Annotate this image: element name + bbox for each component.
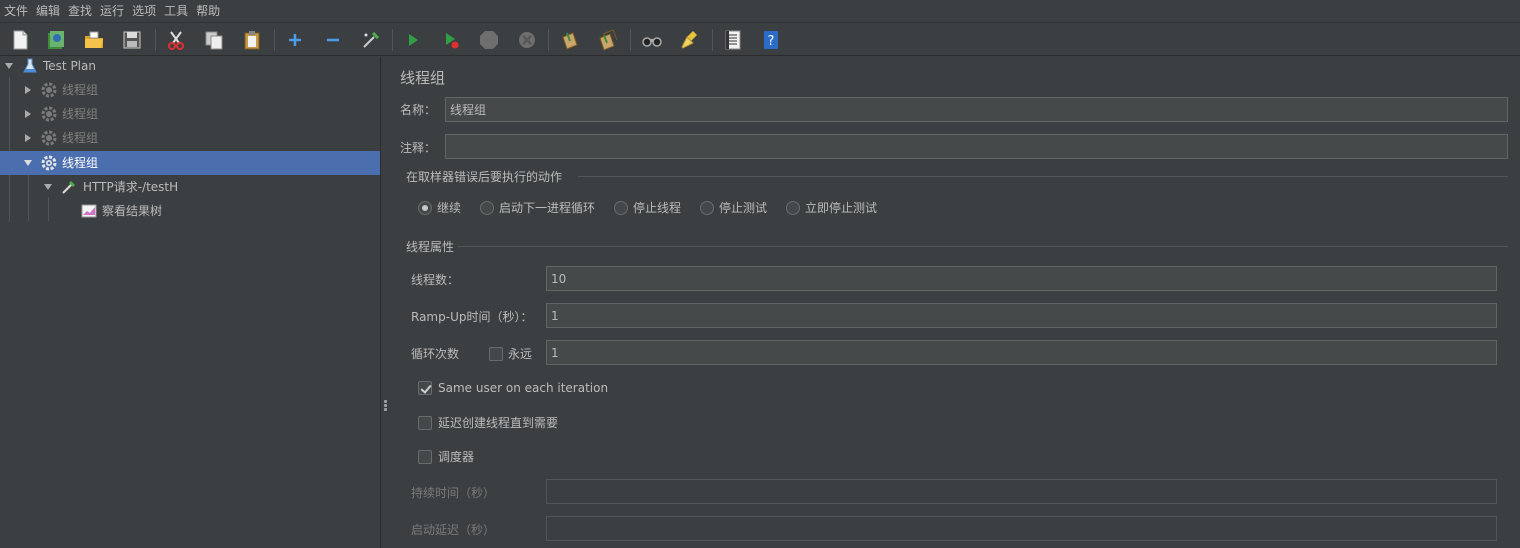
page-title: 线程组 <box>400 69 446 87</box>
radio-start-next-loop-label: 启动下一进程循环 <box>499 201 596 215</box>
radio-stop-test-now-label: 立即停止测试 <box>805 201 878 215</box>
tree-node-label: Test Plan <box>43 59 96 73</box>
comment-field[interactable] <box>445 134 1508 159</box>
radio-continue-label: 继续 <box>437 201 462 215</box>
thread-properties-section-title: 线程属性 <box>406 238 459 255</box>
chart-icon <box>81 204 97 218</box>
svg-text:?: ? <box>768 34 775 49</box>
radio-stop-test-now[interactable] <box>786 201 800 215</box>
radio-stop-thread[interactable] <box>614 201 628 215</box>
copy-icon[interactable] <box>202 28 226 52</box>
tree-node-label: 线程组 <box>62 156 99 170</box>
startup-delay-label: 启动延迟（秒） <box>411 523 496 537</box>
toggle-icon[interactable] <box>359 28 383 52</box>
save-icon[interactable] <box>120 28 144 52</box>
collapse-icon[interactable] <box>321 28 345 52</box>
help-icon[interactable]: ? <box>759 28 783 52</box>
duration-label: 持续时间（秒） <box>411 486 496 500</box>
radio-start-next-loop[interactable] <box>480 201 494 215</box>
clear-all-icon[interactable] <box>596 28 620 52</box>
forever-checkbox[interactable] <box>489 347 503 361</box>
clear-icon[interactable] <box>558 28 582 52</box>
radio-stop-thread-label: 停止线程 <box>633 201 682 215</box>
loop-count-label: 循环次数 <box>411 347 460 361</box>
scheduler-checkbox[interactable] <box>418 450 432 464</box>
chevron-down-icon[interactable] <box>23 158 33 168</box>
name-label: 名称： <box>400 103 437 117</box>
tree-node-label: 线程组 <box>62 83 99 97</box>
delay-thread-creation-checkbox[interactable] <box>418 416 432 430</box>
thread-group-panel: 线程组 名称： 注释： 在取样器错误后要执行的动作 继续 启动下一进程循环 停止… <box>388 57 1520 548</box>
paste-icon[interactable] <box>240 28 264 52</box>
rampup-field[interactable] <box>546 303 1497 328</box>
startup-delay-field[interactable] <box>546 516 1497 541</box>
expand-icon[interactable] <box>283 28 307 52</box>
tree-node-label: 线程组 <box>62 107 99 121</box>
pipette-icon <box>62 181 75 194</box>
shutdown-icon[interactable] <box>515 28 539 52</box>
same-user-checkbox[interactable] <box>418 381 432 395</box>
gear-icon <box>41 130 57 146</box>
chevron-down-icon[interactable] <box>43 182 53 192</box>
split-pane-divider[interactable] <box>380 57 388 548</box>
menu-bar: 文件 编辑 查找 运行 选项 工具 帮助 <box>0 0 1520 22</box>
tree-node-thread-group[interactable]: 线程组 <box>0 126 380 150</box>
start-icon[interactable] <box>401 28 425 52</box>
open-icon[interactable] <box>82 28 106 52</box>
tree-node-thread-group[interactable]: 线程组 <box>0 102 380 126</box>
chevron-right-icon[interactable] <box>23 85 33 95</box>
search-icon[interactable] <box>640 28 664 52</box>
chevron-right-icon[interactable] <box>23 133 33 143</box>
function-helper-icon[interactable] <box>721 28 745 52</box>
forever-label: 永远 <box>508 347 533 361</box>
gear-icon <box>41 155 57 171</box>
loop-count-field[interactable] <box>546 340 1497 365</box>
tree-node-http-request[interactable]: HTTP请求-/testH <box>0 175 380 199</box>
tree-node-label: 察看结果树 <box>102 204 163 218</box>
comment-label: 注释： <box>400 141 437 155</box>
menu-help[interactable]: 帮助 <box>194 0 222 22</box>
scheduler-label: 调度器 <box>438 450 475 464</box>
new-icon[interactable] <box>8 28 32 52</box>
threads-label: 线程数： <box>411 273 460 287</box>
radio-stop-test-label: 停止测试 <box>719 201 768 215</box>
menu-file[interactable]: 文件 <box>2 0 30 22</box>
tree-node-thread-group-selected[interactable]: 线程组 <box>0 151 380 175</box>
gear-icon <box>41 82 57 98</box>
tree-node-view-results-tree[interactable]: 察看结果树 <box>0 199 380 223</box>
reset-search-icon[interactable] <box>678 28 702 52</box>
radio-stop-test[interactable] <box>700 201 714 215</box>
chevron-down-icon[interactable] <box>4 61 14 71</box>
rampup-label: Ramp-Up时间（秒）： <box>411 310 533 324</box>
test-plan-tree: Test Plan 线程组 线程组 线程组 线程组 HTTP请求-/testH … <box>0 57 380 548</box>
toolbar: ? <box>0 22 1520 56</box>
templates-icon[interactable] <box>44 28 68 52</box>
tree-node-label: 线程组 <box>62 131 99 145</box>
threads-field[interactable] <box>546 266 1497 291</box>
menu-run[interactable]: 运行 <box>98 0 126 22</box>
tree-node-label: HTTP请求-/testH <box>83 180 179 194</box>
menu-options[interactable]: 选项 <box>130 0 158 22</box>
chevron-right-icon[interactable] <box>23 109 33 119</box>
tree-node-test-plan[interactable]: Test Plan <box>0 54 380 78</box>
menu-search[interactable]: 查找 <box>66 0 94 22</box>
name-field[interactable] <box>445 97 1508 122</box>
stop-icon[interactable] <box>477 28 501 52</box>
menu-tools[interactable]: 工具 <box>162 0 190 22</box>
delay-thread-creation-label: 延迟创建线程直到需要 <box>438 416 559 430</box>
gear-icon <box>41 106 57 122</box>
error-action-section-title: 在取样器错误后要执行的动作 <box>406 168 567 185</box>
tree-node-thread-group[interactable]: 线程组 <box>0 78 380 102</box>
start-no-pause-icon[interactable] <box>439 28 463 52</box>
same-user-label: Same user on each iteration <box>438 381 609 395</box>
duration-field[interactable] <box>546 479 1497 504</box>
menu-edit[interactable]: 编辑 <box>34 0 62 22</box>
radio-continue[interactable] <box>418 201 432 215</box>
cut-icon[interactable] <box>164 28 188 52</box>
flask-icon <box>23 58 37 73</box>
